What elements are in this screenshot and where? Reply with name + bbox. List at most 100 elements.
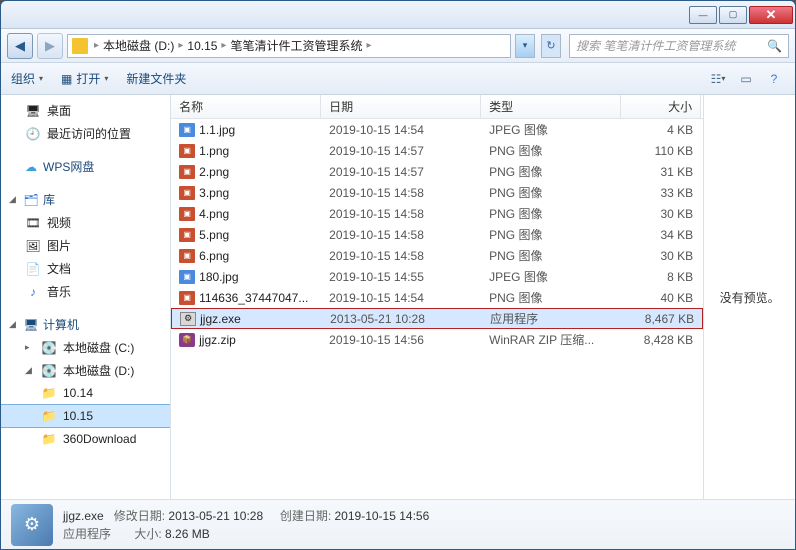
body: 🖥桌面 🕘最近访问的位置 ☁WPS网盘 ◢🗂库 🎞视频 🖼图片 📄文档 ♪音乐 … [1,95,795,499]
chevron-right-icon[interactable]: ▸ [219,40,228,51]
file-view: 名称 日期 类型 大小 ▣1.1.jpg2019-10-15 14:54JPEG… [171,95,703,499]
status-size: 8.26 MB [165,527,210,541]
help-button[interactable]: ? [763,69,785,89]
sidebar[interactable]: 🖥桌面 🕘最近访问的位置 ☁WPS网盘 ◢🗂库 🎞视频 🖼图片 📄文档 ♪音乐 … [1,95,171,499]
file-row[interactable]: ▣114636_37447047...2019-10-15 14:54PNG 图… [171,287,703,308]
sidebar-item-libraries[interactable]: ◢🗂库 [1,188,170,211]
organize-menu[interactable]: 组织▾ [11,70,43,87]
file-size: 31 KB [621,165,701,179]
file-icon: ▣ [179,144,195,158]
file-row[interactable]: ⚙jjgz.exe2013-05-21 10:28应用程序8,467 KB [171,308,703,329]
sidebar-item-documents[interactable]: 📄文档 [1,257,170,280]
file-type: PNG 图像 [481,184,621,201]
open-button[interactable]: ▦ 打开▾ [61,70,108,87]
details-pane: ⚙ jjgz.exe 修改日期: 2013-05-21 10:28 创建日期: … [1,499,795,549]
breadcrumb-segment[interactable]: 笔笔清计件工资管理系统 [230,37,362,54]
file-name: 5.png [199,228,229,242]
file-list[interactable]: ▣1.1.jpg2019-10-15 14:54JPEG 图像4 KB▣1.pn… [171,119,703,499]
forward-button[interactable]: ▶ [37,33,63,59]
file-icon: ▣ [179,291,195,305]
file-name: 3.png [199,186,229,200]
file-row[interactable]: 📦jjgz.zip2019-10-15 14:56WinRAR ZIP 压缩..… [171,329,703,350]
view-options-button[interactable]: ☷ ▾ [707,69,729,89]
desktop-icon: 🖥 [25,103,41,119]
file-row[interactable]: ▣2.png2019-10-15 14:57PNG 图像31 KB [171,161,703,182]
chevron-right-icon[interactable]: ▸ [176,40,185,51]
titlebar: — ▢ ✕ [1,1,795,29]
back-button[interactable]: ◀ [7,33,33,59]
sidebar-item-folder[interactable]: 📁360Download [1,428,170,450]
file-date: 2019-10-15 14:57 [321,144,481,158]
close-button[interactable]: ✕ [749,6,793,24]
file-size: 110 KB [621,144,701,158]
column-name[interactable]: 名称 [171,95,321,118]
file-row[interactable]: ▣4.png2019-10-15 14:58PNG 图像30 KB [171,203,703,224]
file-type: PNG 图像 [481,226,621,243]
file-icon: 📦 [179,333,195,347]
search-input[interactable]: 搜索 笔笔清计件工资管理系统 🔍 [569,34,789,58]
file-icon: ⚙ [180,312,196,326]
caret-icon: ◢ [9,194,19,205]
column-size[interactable]: 大小 [621,95,701,118]
file-row[interactable]: ▣3.png2019-10-15 14:58PNG 图像33 KB [171,182,703,203]
file-row[interactable]: ▣5.png2019-10-15 14:58PNG 图像34 KB [171,224,703,245]
open-icon: ▦ [61,72,72,86]
sidebar-item-drive-d[interactable]: ◢💽本地磁盘 (D:) [1,359,170,382]
maximize-button[interactable]: ▢ [719,6,747,24]
sidebar-item-videos[interactable]: 🎞视频 [1,211,170,234]
file-date: 2019-10-15 14:58 [321,249,481,263]
preview-pane-button[interactable]: ▭ [735,69,757,89]
explorer-window: — ▢ ✕ ◀ ▶ ▸ 本地磁盘 (D:) ▸ 10.15 ▸ 笔笔清计件工资管… [0,0,796,550]
file-date: 2013-05-21 10:28 [322,312,482,326]
search-placeholder: 搜索 笔笔清计件工资管理系统 [576,37,735,54]
file-row[interactable]: ▣180.jpg2019-10-15 14:55JPEG 图像8 KB [171,266,703,287]
sidebar-item-folder[interactable]: 📁10.14 [1,382,170,404]
file-date: 2019-10-15 14:58 [321,186,481,200]
file-row[interactable]: ▣6.png2019-10-15 14:58PNG 图像30 KB [171,245,703,266]
file-icon: ▣ [179,249,195,263]
breadcrumb[interactable]: ▸ 本地磁盘 (D:) ▸ 10.15 ▸ 笔笔清计件工资管理系统 ▸ [67,34,511,58]
column-type[interactable]: 类型 [481,95,621,118]
sidebar-item-wps[interactable]: ☁WPS网盘 [1,155,170,178]
sidebar-item-recent[interactable]: 🕘最近访问的位置 [1,122,170,145]
file-date: 2019-10-15 14:56 [321,333,481,347]
sidebar-item-folder-selected[interactable]: 📁10.15 [1,404,170,428]
sidebar-item-music[interactable]: ♪音乐 [1,280,170,303]
file-row[interactable]: ▣1.png2019-10-15 14:57PNG 图像110 KB [171,140,703,161]
column-date[interactable]: 日期 [321,95,481,118]
file-icon: ▣ [179,123,195,137]
sidebar-item-drive-c[interactable]: ▸💽本地磁盘 (C:) [1,336,170,359]
file-type: JPEG 图像 [481,268,621,285]
new-folder-button[interactable]: 新建文件夹 [126,70,186,87]
refresh-button[interactable]: ↻ [541,34,561,58]
file-size: 8,428 KB [621,333,701,347]
file-date: 2019-10-15 14:54 [321,123,481,137]
chevron-right-icon[interactable]: ▸ [364,40,373,51]
chevron-right-icon[interactable]: ▸ [92,40,101,51]
file-type: PNG 图像 [481,205,621,222]
file-type: PNG 图像 [481,289,621,306]
folder-icon [72,38,88,54]
picture-icon: 🖼 [25,238,41,254]
breadcrumb-segment[interactable]: 本地磁盘 (D:) [103,37,174,54]
caret-icon: ◢ [25,365,35,376]
file-type: JPEG 图像 [481,121,621,138]
file-date: 2019-10-15 14:55 [321,270,481,284]
status-filetype: 应用程序 [63,527,111,541]
file-row[interactable]: ▣1.1.jpg2019-10-15 14:54JPEG 图像4 KB [171,119,703,140]
sidebar-item-pictures[interactable]: 🖼图片 [1,234,170,257]
cloud-icon: ☁ [23,159,39,175]
file-name: jjgz.exe [200,312,241,326]
search-icon[interactable]: 🔍 [767,39,782,53]
file-type: PNG 图像 [481,163,621,180]
status-size-label: 大小: [134,527,161,541]
breadcrumb-segment[interactable]: 10.15 [187,39,217,53]
sidebar-item-computer[interactable]: ◢🖥计算机 [1,313,170,336]
file-date: 2019-10-15 14:57 [321,165,481,179]
sidebar-item-desktop[interactable]: 🖥桌面 [1,99,170,122]
minimize-button[interactable]: — [689,6,717,24]
column-headers: 名称 日期 类型 大小 [171,95,703,119]
history-dropdown[interactable]: ▾ [515,34,535,58]
navbar: ◀ ▶ ▸ 本地磁盘 (D:) ▸ 10.15 ▸ 笔笔清计件工资管理系统 ▸ … [1,29,795,63]
file-name: 114636_37447047... [199,291,308,305]
